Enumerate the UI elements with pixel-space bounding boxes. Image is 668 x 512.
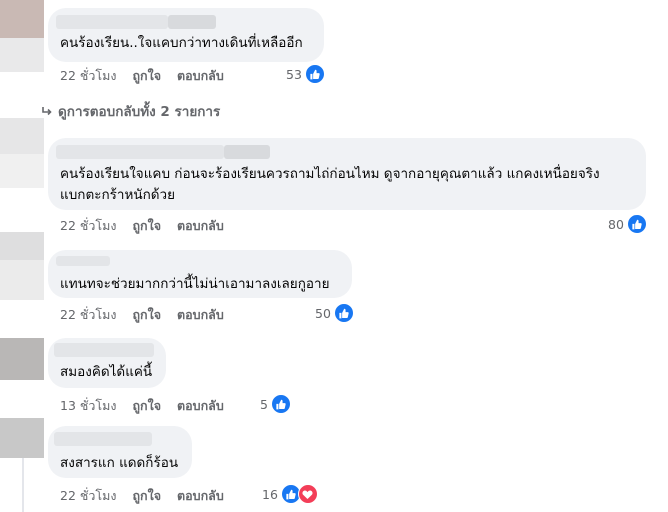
comment-time[interactable]: 22 ชั่วโมง <box>60 486 116 506</box>
comment-bubble: คนร้องเรียนใจแคบ ก่อนจะร้องเรียนควรถามไถ… <box>48 138 646 210</box>
like-button[interactable]: ถูกใจ <box>132 305 161 325</box>
reaction-count: 16 <box>262 486 278 502</box>
comment-text: แทนทจะช่วยมากกว่านี้ไม่น่าเอามาลงเลยกูอา… <box>60 276 330 292</box>
comment-text: สงสารแก แดดก็ร้อน <box>60 455 179 471</box>
reply-button[interactable]: ตอบกลับ <box>177 305 224 325</box>
avatar <box>0 260 44 300</box>
like-icon <box>304 64 325 84</box>
reply-button[interactable]: ตอบกลับ <box>177 66 224 86</box>
view-replies-link[interactable]: ดูการตอบกลับทั้ง 2 รายการ <box>42 100 220 122</box>
comment-time[interactable]: 22 ชั่วโมง <box>60 216 116 236</box>
comment-actions: 22 ชั่วโมง ถูกใจ ตอบกลับ <box>60 486 224 506</box>
heart-icon <box>297 484 318 504</box>
avatar <box>0 154 44 188</box>
avatar-column <box>0 0 44 512</box>
commenter-name <box>56 145 224 159</box>
avatar <box>0 338 44 380</box>
thread-line <box>22 458 24 512</box>
like-button[interactable]: ถูกใจ <box>132 396 161 416</box>
commenter-name <box>224 145 270 159</box>
reaction-summary[interactable]: 50 <box>315 303 354 323</box>
comment-text: คนร้องเรียนใจแคบ ก่อนจะร้องเรียนควรถามไถ… <box>60 166 600 182</box>
commenter-name <box>54 343 154 357</box>
reply-arrow-icon <box>42 107 52 116</box>
comment-time[interactable]: 22 ชั่วโมง <box>60 305 116 325</box>
comment-bubble: สมองคิดได้แค่นี้ <box>48 338 166 388</box>
commenter-name <box>54 432 152 446</box>
commenter-name <box>56 256 110 266</box>
avatar <box>0 0 44 38</box>
avatar <box>0 418 44 458</box>
comment-actions: 22 ชั่วโมง ถูกใจ ตอบกลับ <box>60 66 224 86</box>
reply-button[interactable]: ตอบกลับ <box>177 396 224 416</box>
comment-actions: 13 ชั่วโมง ถูกใจ ตอบกลับ <box>60 396 224 416</box>
comment-time[interactable]: 22 ชั่วโมง <box>60 66 116 86</box>
reaction-count: 5 <box>260 396 268 412</box>
like-button[interactable]: ถูกใจ <box>132 66 161 86</box>
comment-text-line2: แบกตะกร้าหนักด้วย <box>60 187 176 203</box>
comment-bubble: แทนทจะช่วยมากกว่านี้ไม่น่าเอามาลงเลยกูอา… <box>48 250 352 298</box>
like-button[interactable]: ถูกใจ <box>132 486 161 506</box>
reaction-summary[interactable]: 80 <box>608 214 647 234</box>
avatar <box>0 118 44 154</box>
comment-bubble: สงสารแก แดดก็ร้อน <box>48 426 192 478</box>
commenter-name <box>168 15 216 29</box>
like-icon <box>333 303 354 323</box>
view-replies-label: ดูการตอบกลับทั้ง 2 รายการ <box>58 104 221 120</box>
reaction-count: 53 <box>286 66 302 82</box>
reply-button[interactable]: ตอบกลับ <box>177 486 224 506</box>
comment-actions: 22 ชั่วโมง ถูกใจ ตอบกลับ <box>60 216 224 236</box>
reaction-summary[interactable]: 16 <box>262 484 318 504</box>
reaction-summary[interactable]: 5 <box>260 394 291 414</box>
reaction-count: 50 <box>315 305 331 321</box>
like-icon <box>270 394 291 414</box>
comment-actions: 22 ชั่วโมง ถูกใจ ตอบกลับ <box>60 305 224 325</box>
reaction-count: 80 <box>608 216 624 232</box>
comment-text: สมองคิดได้แค่นี้ <box>60 364 153 380</box>
avatar <box>0 38 44 72</box>
comment-time[interactable]: 13 ชั่วโมง <box>60 396 116 416</box>
like-button[interactable]: ถูกใจ <box>132 216 161 236</box>
commenter-name <box>56 15 168 29</box>
comment-bubble: คนร้องเรียน..ใจแคบกว่าทางเดินที่เหลืออีก <box>48 8 324 62</box>
avatar <box>0 232 44 260</box>
reply-button[interactable]: ตอบกลับ <box>177 216 224 236</box>
reaction-summary[interactable]: 53 <box>286 64 325 84</box>
comment-text: คนร้องเรียน..ใจแคบกว่าทางเดินที่เหลืออีก <box>60 35 303 51</box>
like-icon <box>626 214 647 234</box>
